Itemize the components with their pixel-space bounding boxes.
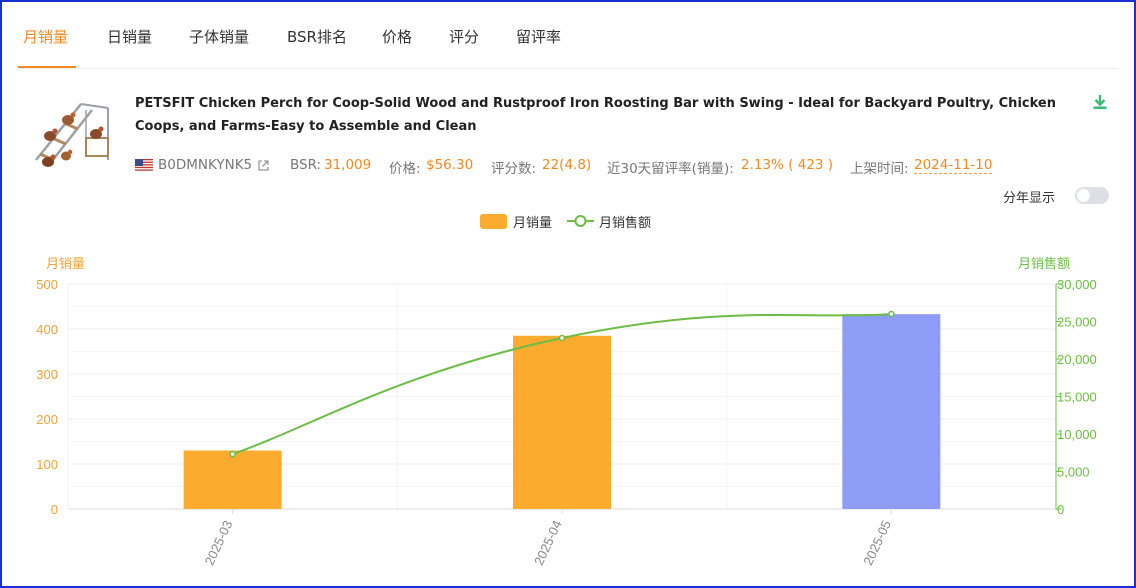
y-tick-label-right: 20,000 [1057, 352, 1097, 367]
x-tick-label: 2025-04 [531, 518, 565, 568]
bar-2025-04 [513, 335, 611, 509]
y-tick-label-left: 100 [36, 457, 58, 472]
x-tick-label: 2025-03 [202, 518, 236, 568]
y-tick-label-left: 500 [36, 277, 58, 292]
y-tick-label-right: 10,000 [1057, 427, 1097, 442]
y-tick-label-right: 30,000 [1057, 277, 1097, 292]
sales-panel: 月销量 日销量 子体销量 BSR排名 价格 评分 留评率 PETSFIT Chi… [0, 0, 1136, 588]
monthly-sales-chart: 0 100 200 300 400 500 0 5,000 10,000 15,000 20,000… [36, 277, 1097, 568]
revenue-point-2025-04 [558, 334, 566, 342]
y-tick-label-right: 5,000 [1057, 465, 1090, 480]
revenue-point-2025-05 [888, 310, 895, 318]
revenue-point-2025-03 [229, 450, 236, 458]
bar-2025-03 [183, 450, 282, 509]
y-tick-label-right: 0 [1057, 502, 1064, 517]
y-tick-label-right: 15,000 [1057, 390, 1097, 405]
bar-2025-05 [842, 314, 941, 509]
y-tick-label-left: 300 [36, 367, 58, 382]
y-tick-label-left: 0 [51, 502, 58, 517]
y-tick-label-left: 200 [36, 412, 58, 427]
y-tick-label-left: 400 [36, 322, 58, 337]
y-tick-label-right: 25,000 [1057, 315, 1097, 330]
x-tick-label: 2025-05 [860, 518, 894, 568]
